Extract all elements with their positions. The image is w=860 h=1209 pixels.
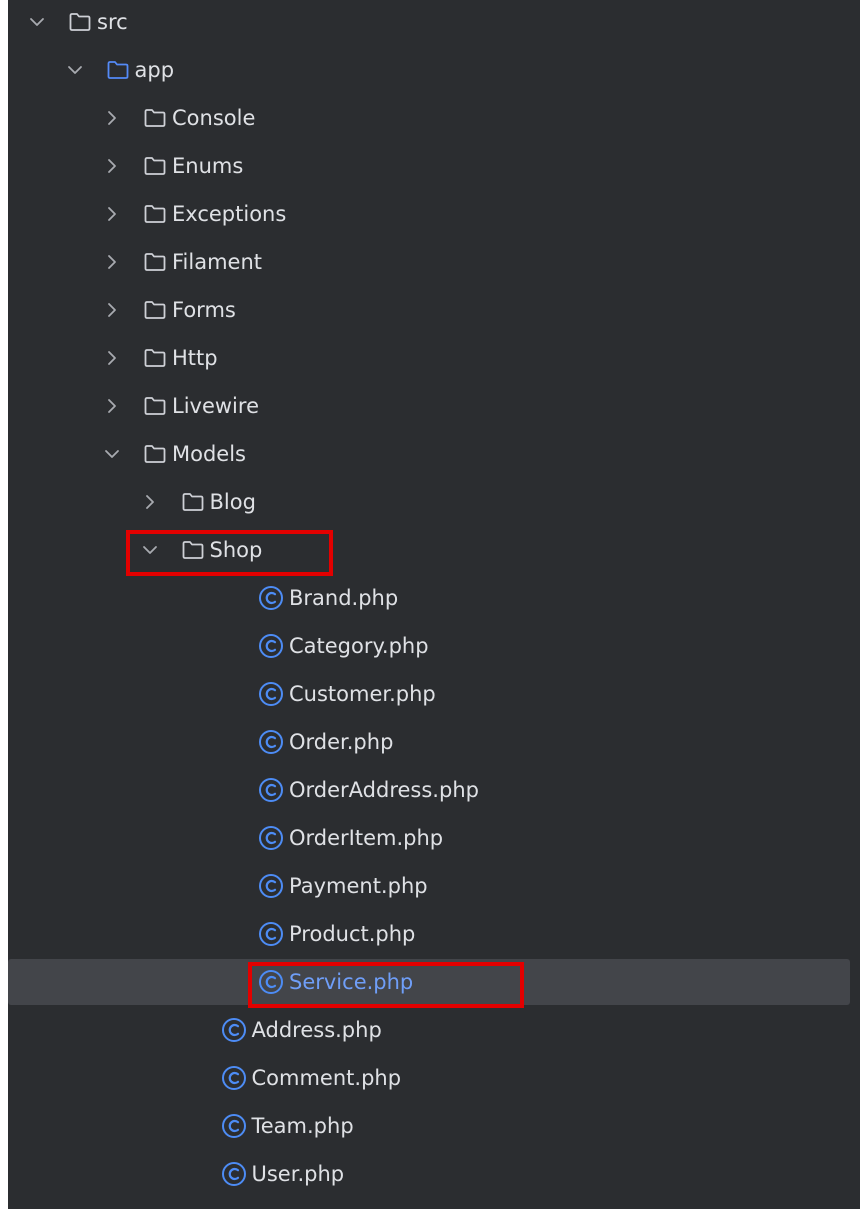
- chevron-right-icon[interactable]: [100, 394, 124, 418]
- folder-icon: [68, 10, 92, 34]
- chevron-right-icon[interactable]: [138, 490, 162, 514]
- tree-item-label: Filament: [172, 250, 263, 274]
- tree-item-label: OrderItem.php: [289, 826, 444, 850]
- tree-item-payment-php[interactable]: Payment.php: [8, 862, 860, 910]
- php-class-icon: [258, 729, 284, 755]
- folder-icon: [106, 58, 130, 82]
- tree-item-src[interactable]: src: [8, 0, 860, 46]
- tree-item-customer-php[interactable]: Customer.php: [8, 670, 860, 718]
- tree-item-team-php[interactable]: Team.php: [8, 1102, 860, 1150]
- tree-item-exceptions[interactable]: Exceptions: [8, 190, 860, 238]
- tree-item-label: OrderAddress.php: [289, 778, 479, 802]
- php-class-icon: [258, 681, 284, 707]
- tree-item-label: app: [134, 58, 175, 82]
- php-class-icon: [258, 873, 284, 899]
- chevron-down-icon[interactable]: [138, 538, 162, 562]
- tree-item-label: Console: [172, 106, 256, 130]
- tree-item-http[interactable]: Http: [8, 334, 860, 382]
- chevron-down-icon[interactable]: [63, 58, 87, 82]
- project-tree-panel: src app Console Enums Exceptions Filament Form…: [8, 0, 860, 1209]
- chevron-right-icon[interactable]: [100, 202, 124, 226]
- tree-item-label: Http: [172, 346, 218, 370]
- selection-highlight: [8, 959, 850, 1005]
- tree-item-app[interactable]: app: [8, 46, 860, 94]
- tree-item-blog[interactable]: Blog: [8, 478, 860, 526]
- chevron-right-icon[interactable]: [100, 154, 124, 178]
- folder-icon: [143, 394, 167, 418]
- chevron-down-icon[interactable]: [100, 442, 124, 466]
- tree-item-forms[interactable]: Forms: [8, 286, 860, 334]
- php-class-icon: [221, 1065, 247, 1091]
- tree-item-models[interactable]: Models: [8, 430, 860, 478]
- tree-item-label: Address.php: [251, 1018, 382, 1042]
- tree-item-label: User.php: [251, 1162, 345, 1186]
- php-class-icon: [258, 921, 284, 947]
- folder-icon: [143, 154, 167, 178]
- folder-icon: [181, 490, 205, 514]
- tree-item-orderitem-php[interactable]: OrderItem.php: [8, 814, 860, 862]
- php-class-icon: [221, 1161, 247, 1187]
- tree-item-brand-php[interactable]: Brand.php: [8, 574, 860, 622]
- tree-item-label: Blog: [209, 490, 256, 514]
- tree-item-category-php[interactable]: Category.php: [8, 622, 860, 670]
- tree-item-label: Payment.php: [289, 874, 428, 898]
- chevron-right-icon[interactable]: [100, 346, 124, 370]
- chevron-right-icon[interactable]: [100, 250, 124, 274]
- php-class-icon: [221, 1017, 247, 1043]
- tree-item-label: Livewire: [172, 394, 259, 418]
- php-class-icon: [258, 633, 284, 659]
- tree-item-label: Forms: [172, 298, 236, 322]
- chevron-right-icon[interactable]: [100, 298, 124, 322]
- folder-icon: [143, 106, 167, 130]
- tree-item-label: Category.php: [289, 634, 429, 658]
- tree-item-label: Enums: [172, 154, 244, 178]
- tree-item-label: Product.php: [289, 922, 416, 946]
- tree-item-filament[interactable]: Filament: [8, 238, 860, 286]
- tree-item-order-php[interactable]: Order.php: [8, 718, 860, 766]
- tree-item-label: Order.php: [289, 730, 394, 754]
- php-class-icon: [258, 585, 284, 611]
- php-class-icon: [258, 777, 284, 803]
- php-class-icon: [258, 969, 284, 995]
- tree-item-label: Models: [172, 442, 246, 466]
- tree-item-address-php[interactable]: Address.php: [8, 1006, 860, 1054]
- tree-item-orderaddress-php[interactable]: OrderAddress.php: [8, 766, 860, 814]
- tree-item-label: Shop: [209, 538, 263, 562]
- tree-item-label: Exceptions: [172, 202, 287, 226]
- tree-item-service-php[interactable]: Service.php: [8, 958, 860, 1006]
- tree-item-user-php[interactable]: User.php: [8, 1150, 860, 1198]
- tree-item-label: src: [97, 10, 128, 34]
- folder-icon: [143, 346, 167, 370]
- tree-item-console[interactable]: Console: [8, 94, 860, 142]
- tree-item-product-php[interactable]: Product.php: [8, 910, 860, 958]
- chevron-right-icon[interactable]: [100, 106, 124, 130]
- folder-icon: [181, 538, 205, 562]
- tree-item-comment-php[interactable]: Comment.php: [8, 1054, 860, 1102]
- folder-icon: [143, 202, 167, 226]
- folder-icon: [143, 442, 167, 466]
- folder-icon: [143, 250, 167, 274]
- tree-item-label: Customer.php: [289, 682, 436, 706]
- tree-item-livewire[interactable]: Livewire: [8, 382, 860, 430]
- tree-item-label: Brand.php: [289, 586, 399, 610]
- tree-item-label: Team.php: [251, 1114, 354, 1138]
- php-class-icon: [258, 825, 284, 851]
- php-class-icon: [221, 1113, 247, 1139]
- folder-icon: [143, 298, 167, 322]
- tree-item-label: Comment.php: [251, 1066, 402, 1090]
- tree-item-label: Service.php: [289, 970, 414, 994]
- tree-item-shop[interactable]: Shop: [8, 526, 860, 574]
- tree-item-enums[interactable]: Enums: [8, 142, 860, 190]
- chevron-down-icon[interactable]: [25, 10, 49, 34]
